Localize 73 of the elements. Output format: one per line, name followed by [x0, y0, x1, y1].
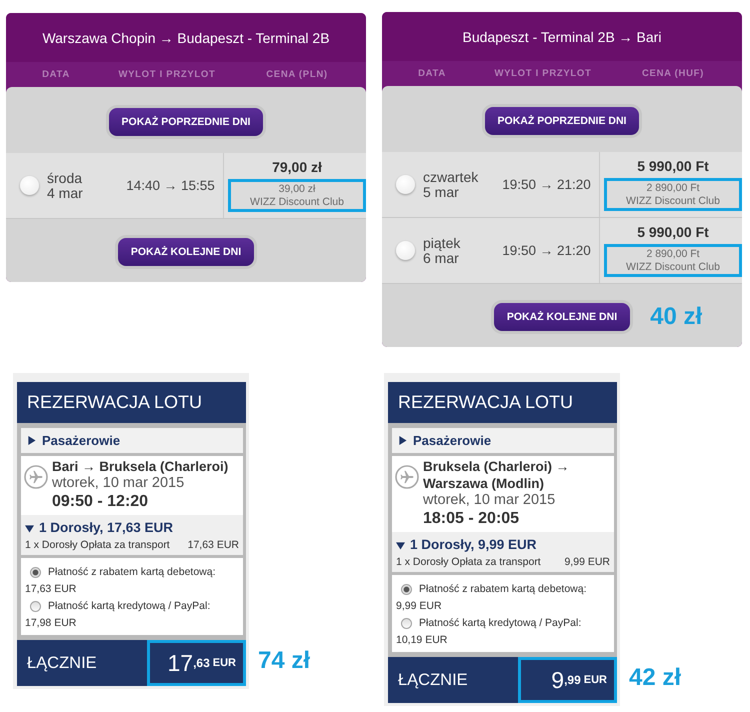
payment-option-label: Płatność kartą kredytową / PayPal: [419, 616, 582, 631]
radio-button[interactable] [401, 618, 412, 629]
price-label: 5 990,00 Ft [636, 224, 710, 241]
discount-price: 39,00 zł [278, 183, 316, 196]
route-label: Bruksela (Charleroi) → Warszawa (Modlin) [423, 458, 570, 492]
discount-club-label: WIZZ Discount Club [250, 196, 344, 209]
column-header: CENA (HUF) [642, 68, 704, 79]
weekday-label: piątek [423, 236, 460, 250]
payment-amount: 10,19 EUR [396, 633, 448, 648]
date-label: wtorek, 10 mar 2015 [52, 475, 184, 492]
price-annotation: 40 zł [650, 305, 702, 329]
date-label: wtorek, 10 mar 2015 [423, 492, 556, 509]
total-label: ŁĄCZNIE [397, 670, 468, 690]
column-header: CENA (PLN) [266, 69, 328, 80]
price-annotation: 42 zł [629, 666, 682, 690]
date-label: 5 mar [423, 184, 460, 200]
radio-button[interactable] [401, 584, 412, 595]
show-previous-days-button[interactable]: POKAŻ POPRZEDNIE DNI [108, 108, 264, 136]
price-label: 79,00 zł [271, 159, 323, 176]
column-header: WYLOT I PRZYLOT [118, 69, 216, 80]
payment-option-label: Płatność z rabatem kartą debetową: [48, 565, 216, 580]
price-annotation: 74 zł [258, 649, 310, 673]
radio-button[interactable] [30, 601, 41, 612]
show-next-days-button[interactable]: POKAŻ KOLEJNE DNI [118, 238, 254, 266]
flight-row[interactable]: czwartek 5 mar 19:50 → 21:20 5 990,00 Ft 2 890,00 Ft WIZZ Discount Club [382, 152, 742, 218]
fare-item-label: 1 x Dorosły Opłata za transport [396, 555, 541, 570]
airplane-icon [24, 465, 48, 489]
flight-times: 09:50 - 12:20 [52, 492, 148, 512]
weekday-label: środa [47, 170, 83, 186]
flight-row[interactable]: środa 4 mar 14:40 → 15:55 79,00 zł 39,00 zł WIZZ Discount Club [6, 153, 366, 219]
flight-times: 19:50 → 21:20 [502, 243, 591, 258]
flight-row[interactable]: piątek 6 mar 19:50 → 21:20 5 990,00 Ft 2 890,00 Ft WIZZ Discount Club [382, 218, 742, 284]
column-header: WYLOT I PRZYLOT [494, 68, 592, 79]
total-price: 17,63 EUR [147, 640, 246, 686]
passengers-toggle[interactable]: Pasażerowie [21, 428, 243, 453]
total-label: ŁĄCZNIE [26, 652, 97, 674]
fare-item-label: 1 x Dorosły Opłata za transport [25, 538, 170, 553]
price-label: 5 990,00 Ft [636, 158, 710, 175]
payment-option-label: Płatność kartą kredytową / PayPal: [48, 599, 210, 614]
discount-price: 2 890,00 Ft [646, 182, 700, 195]
show-next-days-button[interactable]: POKAŻ KOLEJNE DNI [494, 303, 630, 331]
fare-toggle[interactable]: 1 Dorosły, 9,99 EUR [396, 535, 537, 555]
radio-button[interactable] [396, 175, 415, 194]
flight-times: 18:05 - 20:05 [423, 509, 520, 529]
payment-option-label: Płatność z rabatem kartą debetową: [419, 582, 587, 597]
route-title: Budapeszt - Terminal 2B → Bari [382, 12, 742, 61]
total-price: 9,99 EUR [518, 657, 617, 703]
date-label: 6 mar [423, 250, 459, 266]
fare-item-amount: 17,63 EUR [188, 538, 239, 553]
route-label: Bari → Bruksela (Charleroi) [52, 458, 228, 475]
show-previous-days-button[interactable]: POKAŻ POPRZEDNIE DNI [484, 107, 640, 135]
payment-amount: 17,98 EUR [25, 616, 76, 631]
summary-title: REZERWACJA LOTU [17, 382, 246, 423]
discount-club-label: WIZZ Discount Club [626, 195, 720, 208]
weekday-label: czwartek [423, 170, 478, 184]
summary-title: REZERWACJA LOTU [388, 382, 617, 423]
fare-item-amount: 9,99 EUR [564, 555, 610, 570]
fare-toggle[interactable]: 1 Dorosły, 17,63 EUR [25, 518, 174, 538]
column-header: DATA [418, 68, 446, 79]
column-header: DATA [42, 69, 70, 80]
radio-button[interactable] [396, 241, 415, 260]
date-label: 4 mar [47, 186, 83, 200]
radio-button[interactable] [30, 567, 41, 578]
passengers-toggle[interactable]: Pasażerowie [392, 428, 614, 453]
discount-price: 2 890,00 Ft [646, 248, 700, 261]
payment-amount: 9,99 EUR [396, 599, 442, 614]
flight-times: 19:50 → 21:20 [502, 177, 591, 192]
airplane-icon [395, 465, 419, 489]
payment-amount: 17,63 EUR [25, 582, 76, 597]
flight-times: 14:40 → 15:55 [126, 178, 215, 193]
discount-club-label: WIZZ Discount Club [626, 261, 720, 274]
route-title: Warszawa Chopin → Budapeszt - Terminal 2B [6, 13, 366, 62]
radio-button[interactable] [20, 176, 39, 195]
